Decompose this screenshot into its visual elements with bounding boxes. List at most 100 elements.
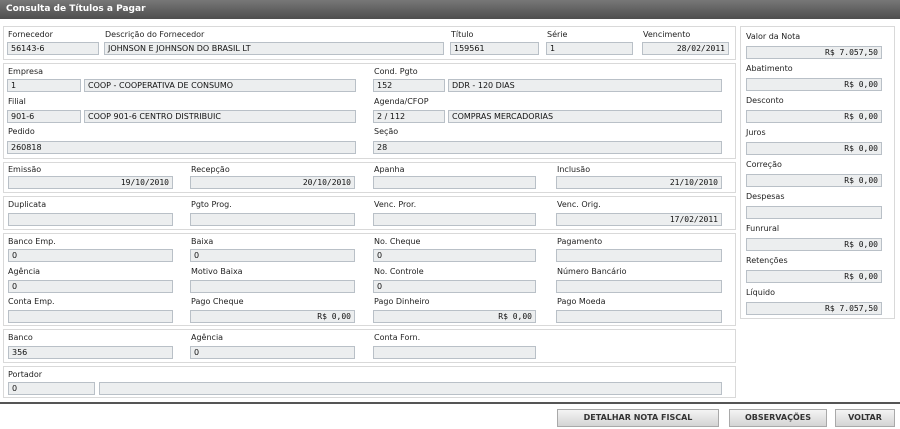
pagamento-field[interactable] <box>556 249 722 262</box>
detalhar-nota-fiscal-button[interactable]: DETALHAR NOTA FISCAL <box>557 409 719 427</box>
inclusao-field[interactable]: 21/10/2010 <box>556 176 722 189</box>
vencimento-label: Vencimento <box>643 30 691 39</box>
conta-forn-label: Conta Forn. <box>374 333 421 342</box>
numero-bancario-label: Número Bancário <box>557 267 627 276</box>
banco-label: Banco <box>8 333 33 342</box>
descricao-label: Descrição do Fornecedor <box>105 30 205 39</box>
agenda-label: Agenda/CFOP <box>374 97 429 106</box>
venc-orig-label: Venc. Orig. <box>557 200 601 209</box>
agenda-desc-field[interactable]: COMPRAS MERCADORIAS <box>448 110 722 123</box>
despesas-field[interactable] <box>746 206 882 219</box>
secao-field[interactable]: 28 <box>373 141 722 154</box>
pedido-field[interactable]: 260818 <box>7 141 356 154</box>
retencoes-field[interactable]: R$ 0,00 <box>746 270 882 283</box>
serie-field[interactable]: 1 <box>546 42 633 55</box>
fornecedor-label: Fornecedor <box>8 30 53 39</box>
duplicata-label: Duplicata <box>8 200 47 209</box>
liquido-field[interactable]: R$ 7.057,50 <box>746 302 882 315</box>
serie-label: Série <box>547 30 568 39</box>
venc-pror-label: Venc. Pror. <box>374 200 417 209</box>
no-controle-label: No. Controle <box>374 267 424 276</box>
empresa-label: Empresa <box>8 67 44 76</box>
filial-name-field[interactable]: COOP 901-6 CENTRO DISTRIBUIC <box>84 110 356 123</box>
pgto-prog-field[interactable] <box>190 213 355 226</box>
conta-emp-field[interactable] <box>8 310 173 323</box>
voltar-button[interactable]: VOLTAR <box>835 409 895 427</box>
baixa-label: Baixa <box>191 237 214 246</box>
funrural-field[interactable]: R$ 0,00 <box>746 238 882 251</box>
cond-pgto-code-field[interactable]: 152 <box>373 79 445 92</box>
titulo-field[interactable]: 159561 <box>450 42 539 55</box>
dates-panel: Emissão 19/10/2010 Recepção 20/10/2010 A… <box>3 162 736 193</box>
valor-nota-field[interactable]: R$ 7.057,50 <box>746 46 882 59</box>
observacoes-button[interactable]: OBSERVAÇÕES <box>729 409 827 427</box>
emissao-field[interactable]: 19/10/2010 <box>8 176 173 189</box>
filial-code-field[interactable]: 901-6 <box>7 110 81 123</box>
secao-label: Seção <box>374 127 399 136</box>
cond-pgto-label: Cond. Pgto <box>374 67 418 76</box>
no-controle-field[interactable]: 0 <box>373 280 536 293</box>
agencia-label: Agência <box>8 267 41 276</box>
empresa-code-field[interactable]: 1 <box>7 79 81 92</box>
abatimento-field[interactable]: R$ 0,00 <box>746 78 882 91</box>
valor-nota-label: Valor da Nota <box>746 32 801 41</box>
vencimento-field[interactable]: 28/02/2011 <box>642 42 729 55</box>
totals-panel: Valor da Nota R$ 7.057,50 Abatimento R$ … <box>740 26 895 319</box>
liquido-label: Líquido <box>746 288 776 297</box>
bank-panel: Banco Emp. 0 Baixa 0 No. Cheque 0 Pagame… <box>3 233 736 326</box>
correcao-label: Correção <box>746 160 782 169</box>
portador-panel: Portador 0 <box>3 366 736 398</box>
retencoes-label: Retenções <box>746 256 788 265</box>
forn-bank-panel: Banco 356 Agência 0 Conta Forn. <box>3 329 736 363</box>
fornecedor-field[interactable]: 56143-6 <box>7 42 99 55</box>
banco-field[interactable]: 356 <box>8 346 173 359</box>
juros-label: Juros <box>746 128 766 137</box>
titulo-label: Título <box>451 30 474 39</box>
venc-pror-field[interactable] <box>373 213 536 226</box>
pago-cheque-field[interactable]: R$ 0,00 <box>190 310 355 323</box>
recepcao-field[interactable]: 20/10/2010 <box>190 176 355 189</box>
venc-orig-field[interactable]: 17/02/2011 <box>556 213 722 226</box>
funrural-label: Funrural <box>746 224 780 233</box>
despesas-label: Despesas <box>746 192 785 201</box>
banco-emp-label: Banco Emp. <box>8 237 56 246</box>
banco-emp-field[interactable]: 0 <box>8 249 173 262</box>
agenda-code-field[interactable]: 2 / 112 <box>373 110 445 123</box>
cond-pgto-desc-field[interactable]: DDR - 120 DIAS <box>448 79 722 92</box>
pgto-prog-label: Pgto Prog. <box>191 200 232 209</box>
inclusao-label: Inclusão <box>557 165 591 174</box>
pago-dinheiro-label: Pago Dinheiro <box>374 297 430 306</box>
header-panel: Fornecedor 56143-6 Descrição do Forneced… <box>3 26 736 60</box>
pago-dinheiro-field[interactable]: R$ 0,00 <box>373 310 536 323</box>
conta-emp-label: Conta Emp. <box>8 297 55 306</box>
duplicata-field[interactable] <box>8 213 173 226</box>
numero-bancario-field[interactable] <box>556 280 722 293</box>
apanha-field[interactable] <box>373 176 536 189</box>
pago-moeda-label: Pago Moeda <box>557 297 606 306</box>
emissao-label: Emissão <box>8 165 42 174</box>
forn-agencia-label: Agência <box>191 333 224 342</box>
forn-agencia-field[interactable]: 0 <box>190 346 355 359</box>
empresa-name-field[interactable]: COOP - COOPERATIVA DE CONSUMO <box>84 79 356 92</box>
abatimento-label: Abatimento <box>746 64 793 73</box>
no-cheque-label: No. Cheque <box>374 237 421 246</box>
portador-name-field[interactable] <box>99 382 722 395</box>
conta-forn-field[interactable] <box>373 346 536 359</box>
apanha-label: Apanha <box>374 165 405 174</box>
pagamento-label: Pagamento <box>557 237 603 246</box>
descricao-field[interactable]: JOHNSON E JOHNSON DO BRASIL LT <box>104 42 444 55</box>
pago-moeda-field[interactable] <box>556 310 722 323</box>
recepcao-label: Recepção <box>191 165 230 174</box>
window-title: Consulta de Títulos a Pagar <box>0 0 900 19</box>
juros-field[interactable]: R$ 0,00 <box>746 142 882 155</box>
pago-cheque-label: Pago Cheque <box>191 297 244 306</box>
motivo-baixa-field[interactable] <box>190 280 355 293</box>
desconto-field[interactable]: R$ 0,00 <box>746 110 882 123</box>
agencia-field[interactable]: 0 <box>8 280 173 293</box>
correcao-field[interactable]: R$ 0,00 <box>746 174 882 187</box>
portador-label: Portador <box>8 370 43 379</box>
baixa-field[interactable]: 0 <box>190 249 355 262</box>
no-cheque-field[interactable]: 0 <box>373 249 536 262</box>
action-bar: DETALHAR NOTA FISCAL OBSERVAÇÕES VOLTAR <box>0 402 900 429</box>
portador-code-field[interactable]: 0 <box>8 382 95 395</box>
